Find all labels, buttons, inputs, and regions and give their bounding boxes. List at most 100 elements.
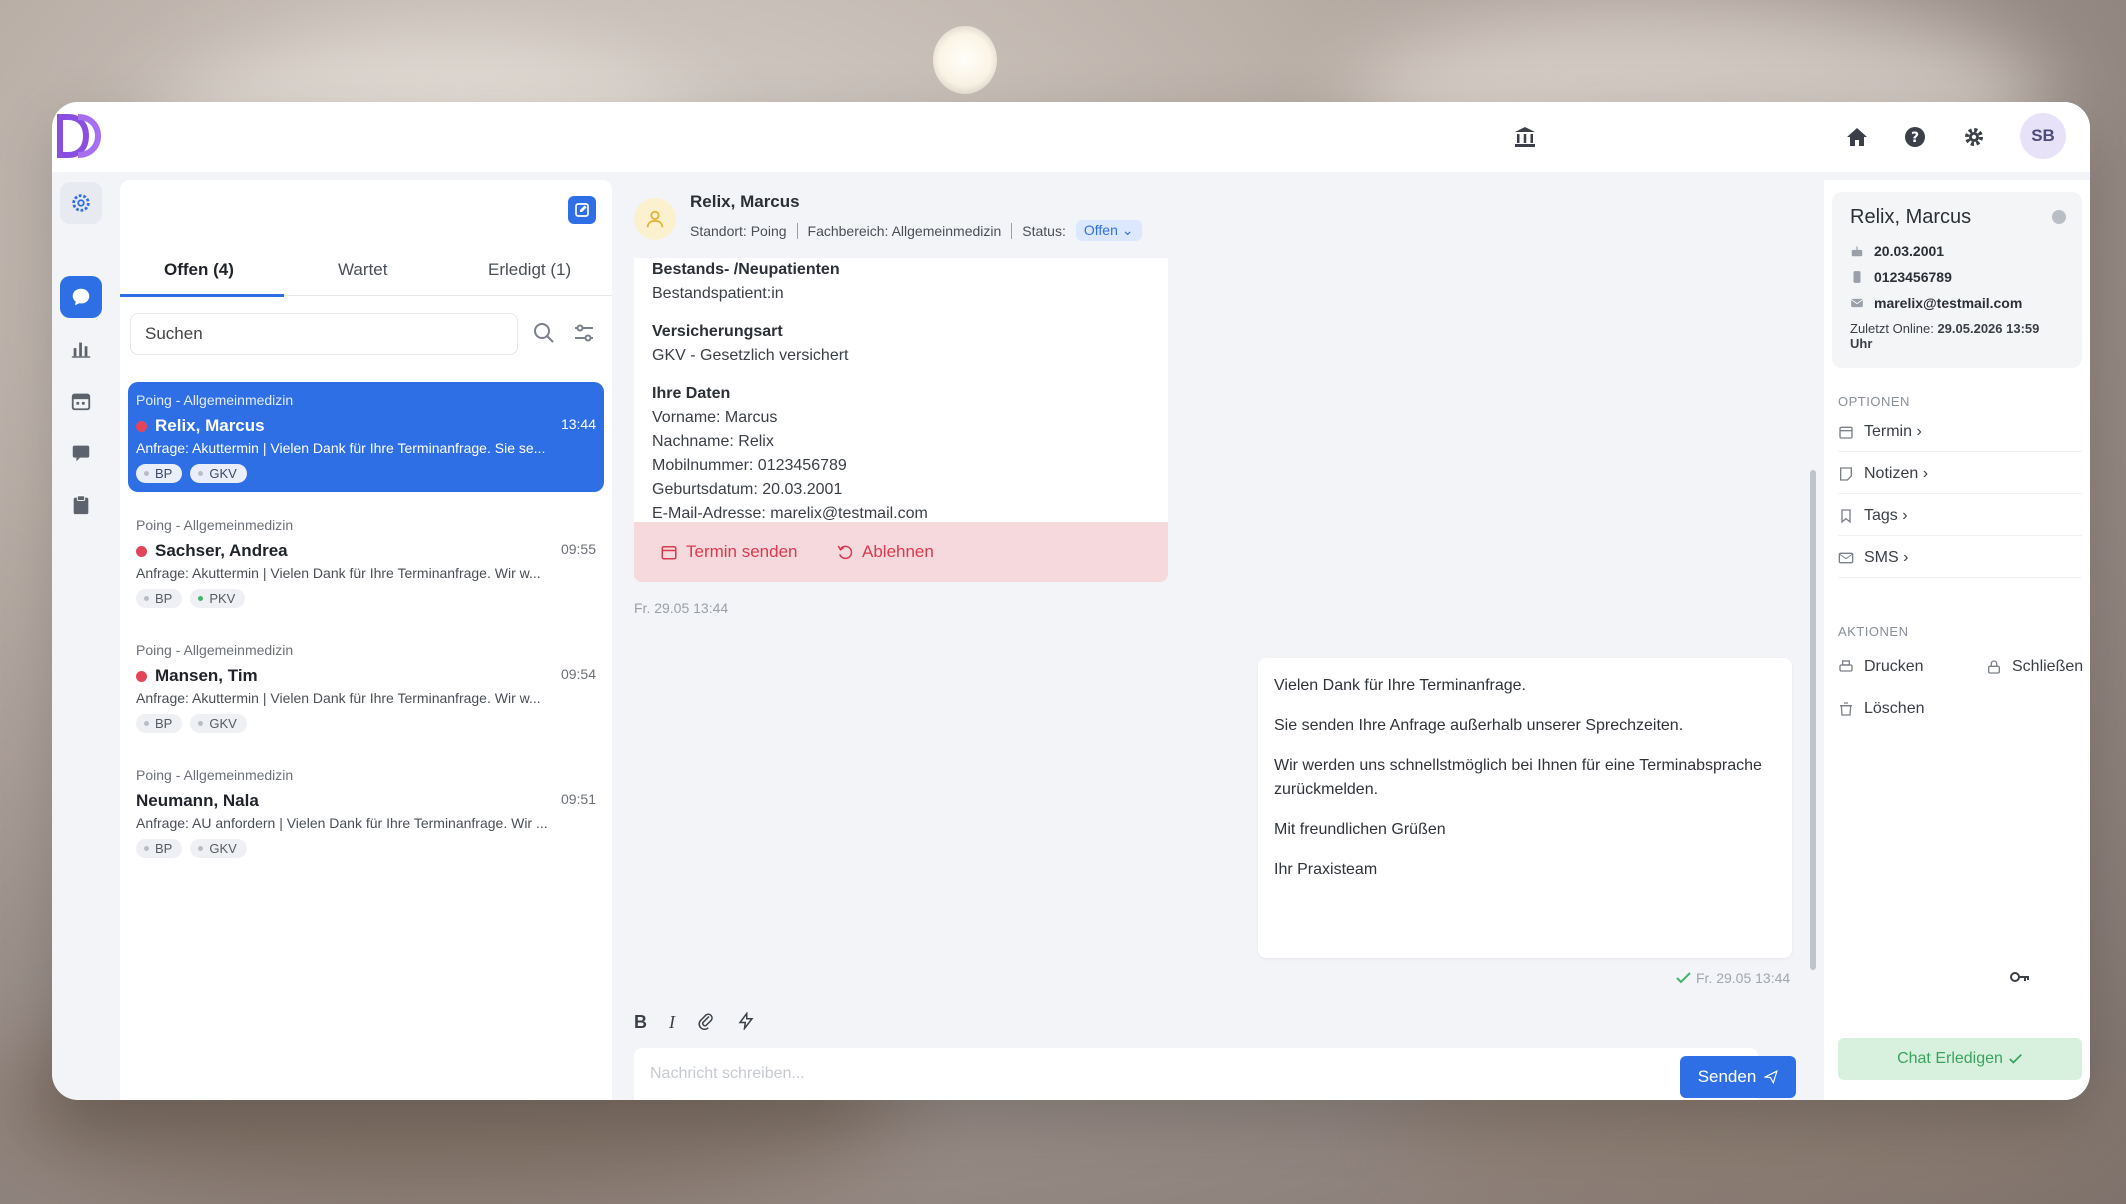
complete-chat-button[interactable]: Chat Erledigen	[1838, 1038, 2082, 1080]
tag-badge: BP	[136, 589, 183, 608]
rail-chat-button[interactable]	[60, 276, 102, 318]
bank-icon[interactable]	[1510, 122, 1540, 152]
chat-department: Fachbereich: Allgemeinmedizin	[807, 222, 1002, 239]
message-input[interactable]: Nachricht schreiben...	[634, 1048, 1758, 1100]
info-icon[interactable]	[2052, 210, 2066, 224]
send-arrow-icon	[1764, 1070, 1779, 1084]
chevron-down-icon: ⌄	[1121, 222, 1134, 238]
patient-details-panel: Relix, Marcus 20.03.2001 0123456789 mare…	[1824, 180, 2090, 1100]
rail-messages-button[interactable]	[60, 432, 102, 474]
messages-icon	[72, 445, 90, 462]
search-input[interactable]: Suchen	[130, 313, 518, 355]
status-tabs: Offen (4) Wartet Erledigt (1)	[120, 248, 612, 296]
mail-icon	[1850, 298, 1864, 308]
option-tags[interactable]: Tags ›	[1838, 496, 2082, 536]
reply-timestamp-text: Fr. 29.05 13:44	[1696, 970, 1791, 986]
tab-erledigt[interactable]: Erledigt (1)	[488, 260, 571, 280]
patient-avatar	[634, 198, 676, 240]
chat-meta: Standort: Poing Fachbereich: Allgemeinme…	[690, 220, 1142, 241]
conversation-preview: Anfrage: Akuttermin | Vielen Dank für Ih…	[136, 440, 546, 456]
calendar-icon	[661, 546, 677, 560]
lightning-icon[interactable]	[737, 1011, 755, 1035]
patient-phone: 0123456789	[1850, 269, 2064, 285]
conversation-item-sachser[interactable]: Poing - Allgemeinmedizin Sachser, Andrea…	[128, 507, 604, 617]
aktionen-title: AKTIONEN	[1838, 624, 1909, 639]
print-button[interactable]: Drucken	[1838, 658, 1924, 676]
reply-message-card: Vielen Dank für Ihre Terminanfrage. Sie …	[1258, 658, 1792, 958]
mail-icon	[1838, 552, 1854, 563]
request-action-bar: Termin senden Ablehnen	[634, 522, 1168, 582]
reply-line: Sie senden Ihre Anfrage außerhalb unsere…	[1274, 717, 1684, 734]
settings-gear-icon[interactable]	[1959, 122, 1989, 152]
conversation-name: Mansen, Tim	[155, 666, 258, 685]
request-form-card: Bestands- /Neupatienten Bestandspatient:…	[634, 258, 1168, 522]
read-check-icon	[1676, 972, 1691, 984]
status-value: Offen	[1083, 222, 1118, 238]
user-avatar[interactable]: SB	[2020, 113, 2066, 159]
tag-badge: BP	[136, 714, 183, 733]
rail-settings-button[interactable]	[60, 182, 102, 224]
option-termin[interactable]: Termin ›	[1838, 412, 2082, 452]
conversation-location: Poing - Allgemeinmedizin	[136, 517, 294, 533]
decline-button[interactable]: Ablehnen	[836, 542, 934, 562]
chat-bubble-icon	[72, 288, 90, 306]
svg-text:?: ?	[1911, 130, 1919, 146]
patient-last-online: Zuletzt Online: 29.05.2026 13:59 Uhr	[1850, 321, 2040, 351]
rail-calendar-button[interactable]	[60, 380, 102, 422]
patient-email: marelix@testmail.com	[1850, 295, 2064, 311]
status-dropdown[interactable]: Offen ⌄	[1075, 220, 1142, 241]
conversation-location: Poing - Allgemeinmedizin	[136, 642, 294, 658]
active-tab-indicator	[120, 294, 284, 297]
tab-offen[interactable]: Offen (4)	[164, 260, 234, 280]
home-icon[interactable]	[1842, 122, 1872, 152]
unread-dot	[136, 670, 147, 682]
form-section-title: Ihre Daten	[652, 385, 731, 402]
check-icon	[2009, 1054, 2022, 1064]
option-sms[interactable]: SMS ›	[1838, 538, 2082, 578]
bookmark-icon	[1841, 508, 1851, 523]
conversation-item-neumann[interactable]: Poing - Allgemeinmedizin Neumann, Nala 0…	[128, 757, 604, 867]
chat-header: Relix, Marcus Standort: Poing Fachbereic…	[620, 180, 1816, 258]
app-logo-icon[interactable]	[56, 113, 104, 159]
delete-button[interactable]: Löschen	[1838, 700, 1925, 718]
form-value: GKV - Gesetzlich versichert	[652, 347, 849, 364]
option-notizen[interactable]: Notizen ›	[1838, 454, 2082, 494]
rail-clipboard-button[interactable]	[60, 484, 102, 526]
tab-wartet[interactable]: Wartet	[338, 260, 387, 280]
form-section-title: Bestands- /Neupatienten	[652, 261, 840, 278]
reply-line: Mit freundlichen Grüßen	[1274, 821, 1446, 838]
bold-icon[interactable]: B	[634, 1012, 647, 1035]
filter-sliders-icon[interactable]	[572, 321, 596, 345]
reply-timestamp: Fr. 29.05 13:44	[1676, 970, 1790, 986]
conversation-name: Sachser, Andrea	[155, 541, 288, 560]
tag-badge: BP	[136, 839, 183, 858]
rail-stats-button[interactable]	[60, 328, 102, 370]
key-icon[interactable]	[2010, 970, 2030, 984]
send-label: Senden	[1697, 1067, 1757, 1086]
request-timestamp: Fr. 29.05 13:44	[634, 600, 729, 616]
tag-badge: GKV	[190, 714, 247, 733]
conversation-item-relix[interactable]: Poing - Allgemeinmedizin Relix, Marcus 1…	[128, 382, 604, 492]
new-message-button[interactable]	[568, 196, 596, 224]
conversation-time: 09:51	[560, 791, 596, 807]
conversation-name: Relix, Marcus	[155, 416, 265, 435]
patient-card: Relix, Marcus 20.03.2001 0123456789 mare…	[1832, 192, 2082, 368]
attachment-icon[interactable]	[697, 1012, 715, 1035]
close-chat-button[interactable]: Schließen	[1986, 658, 2083, 676]
background-lamp	[933, 26, 997, 94]
send-appointment-button[interactable]: Termin senden	[660, 542, 798, 562]
app-window: ? SB Offen (4) Wartet Erledigt (1) Suche…	[52, 102, 2090, 1100]
search-icon[interactable]	[532, 321, 556, 345]
phone-icon	[1853, 271, 1861, 283]
conversation-preview: Anfrage: Akuttermin | Vielen Dank für Ih…	[136, 565, 541, 581]
italic-icon[interactable]: I	[669, 1012, 675, 1035]
form-section-title: Versicherungsart	[652, 323, 783, 340]
calendar-icon	[1839, 426, 1853, 439]
chat-location: Standort: Poing	[690, 222, 787, 239]
chat-patient-name: Relix, Marcus	[690, 192, 800, 211]
conversation-item-mansen[interactable]: Poing - Allgemeinmedizin Mansen, Tim 09:…	[128, 632, 604, 742]
send-button[interactable]: Senden	[1680, 1056, 1796, 1098]
help-icon[interactable]: ?	[1900, 122, 1930, 152]
form-value: Geburtsdatum: 20.03.2001	[652, 481, 843, 498]
chat-scrollbar[interactable]	[1810, 470, 1816, 970]
